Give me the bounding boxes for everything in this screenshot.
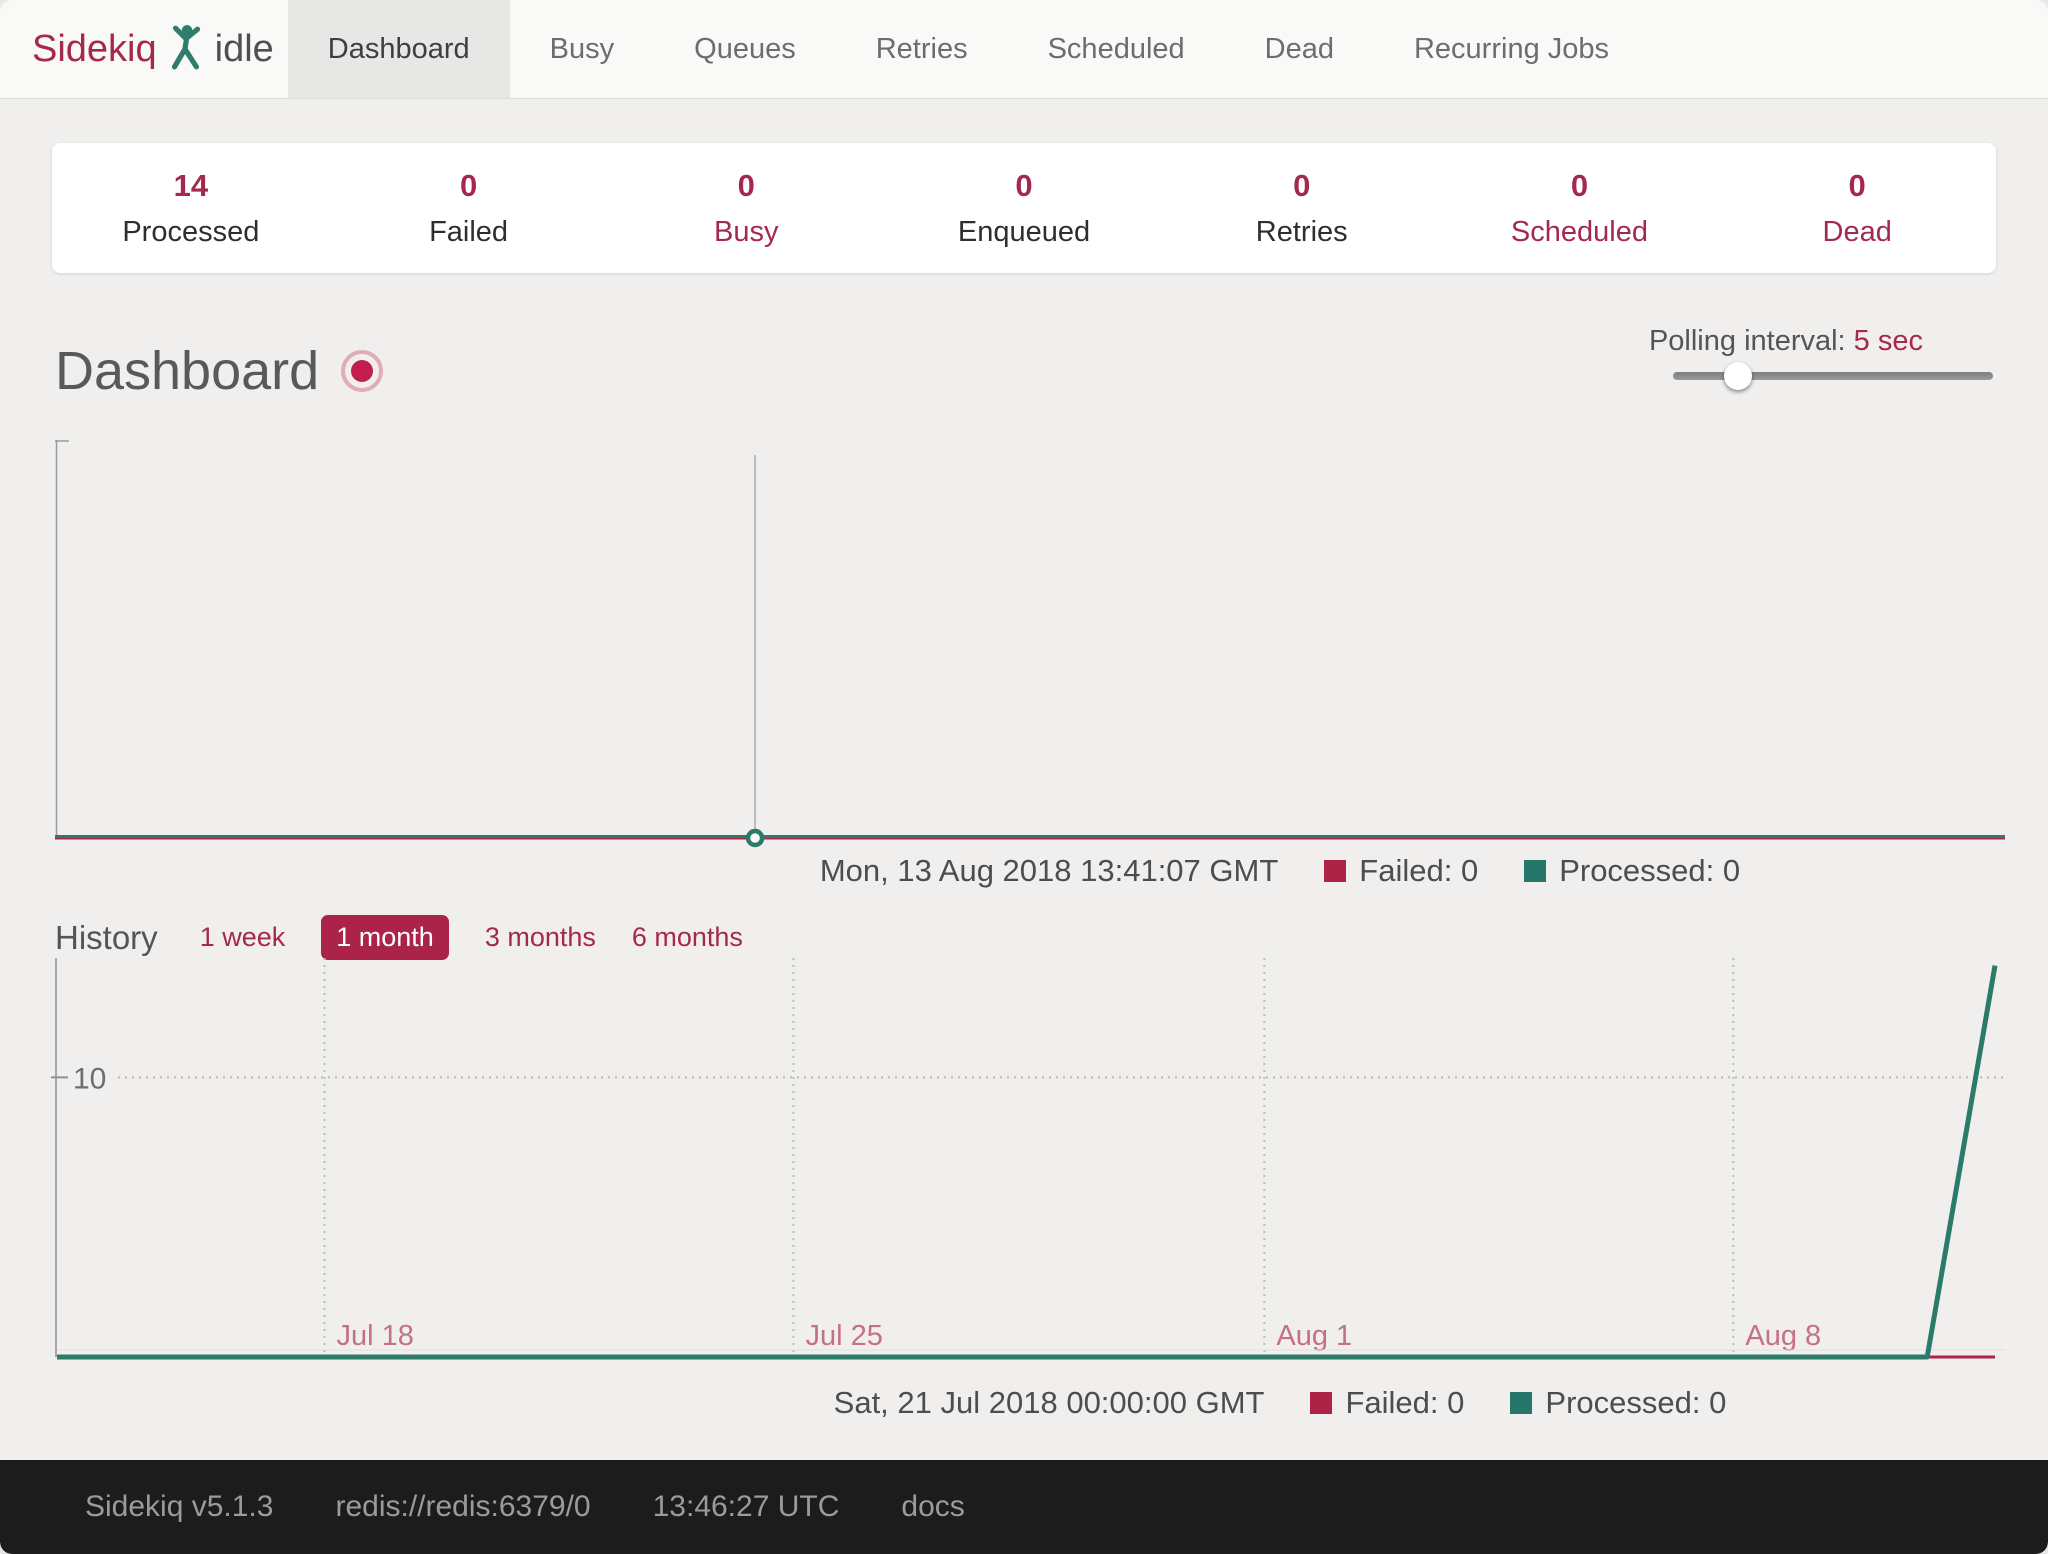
stat-retries-label: Retries [1163,216,1441,249]
stat-retries: 0 Retries [1163,168,1441,249]
history-ranges: 1 week 1 month 3 months 6 months [200,915,743,960]
stat-processed-label: Processed [52,216,330,249]
polling-value-link[interactable]: 5 sec [1854,325,1923,357]
failed-swatch-icon [1324,860,1346,882]
ninja-icon [169,24,203,75]
range-1-month[interactable]: 1 month [321,915,449,960]
footer-docs-link[interactable]: docs [901,1490,964,1524]
range-1-week[interactable]: 1 week [200,922,286,953]
history-chart: 10 Jul 18 Jul 25 Aug 1 Aug 8 [55,958,2005,1360]
svg-text:Aug 8: Aug 8 [1745,1320,1821,1352]
page-title-row: Dashboard [55,340,383,402]
stat-failed-label: Failed [330,216,608,249]
polling-label: Polling interval: [1649,325,1846,357]
processed-swatch-icon [1510,1392,1532,1414]
tab-scheduled[interactable]: Scheduled [1008,0,1225,98]
range-6-months[interactable]: 6 months [632,922,743,953]
tab-retries[interactable]: Retries [836,0,1008,98]
tab-busy[interactable]: Busy [510,0,654,98]
stats-card: 14 Processed 0 Failed 0 Busy 0 Enqueued … [52,143,1996,273]
worker-status: idle [215,28,274,71]
history-legend-processed: Processed: 0 [1510,1385,1726,1421]
live-beacon-icon [341,350,383,392]
realtime-legend-processed: Processed: 0 [1524,853,1740,889]
stat-failed-value: 0 [330,168,608,204]
realtime-legend-processed-label: Processed: 0 [1559,853,1740,889]
polling-slider[interactable] [1673,372,1993,380]
stat-busy-link[interactable]: Busy [607,216,885,249]
history-legend-processed-label: Processed: 0 [1545,1385,1726,1421]
stat-processed: 14 Processed [52,168,330,249]
svg-text:Jul 18: Jul 18 [336,1320,413,1352]
range-3-months[interactable]: 3 months [485,922,596,953]
stat-enqueued: 0 Enqueued [885,168,1163,249]
realtime-legend-failed-label: Failed: 0 [1359,853,1478,889]
footer-clock: 13:46:27 UTC [653,1490,840,1524]
footer-redis-url: redis://redis:6379/0 [335,1490,590,1524]
polling-slider-thumb[interactable] [1724,362,1752,390]
processed-swatch-icon [1524,860,1546,882]
sidekiq-dashboard-page: Sidekiq idle Dashboard Busy Queues [0,0,2048,1554]
history-legend-failed: Failed: 0 [1310,1385,1464,1421]
stat-scheduled-link[interactable]: Scheduled [1441,216,1719,249]
tab-dead[interactable]: Dead [1225,0,1374,98]
stat-dead-link[interactable]: Dead [1718,216,1996,249]
history-header: History 1 week 1 month 3 months 6 months [55,915,743,960]
stat-dead: 0 Dead [1718,168,1996,249]
stat-dead-value: 0 [1718,168,1996,204]
stat-busy-value: 0 [607,168,885,204]
realtime-legend-failed: Failed: 0 [1324,853,1478,889]
stat-processed-value: 14 [52,168,330,204]
stat-scheduled-value: 0 [1441,168,1719,204]
stat-enqueued-value: 0 [885,168,1163,204]
history-caption-row: Sat, 21 Jul 2018 00:00:00 GMT Failed: 0 … [512,1385,2048,1421]
history-timestamp: Sat, 21 Jul 2018 00:00:00 GMT [834,1385,1265,1421]
history-title: History [55,919,158,957]
tab-queues[interactable]: Queues [654,0,836,98]
svg-text:10: 10 [73,1062,106,1095]
svg-text:Jul 25: Jul 25 [805,1320,882,1352]
history-legend-failed-label: Failed: 0 [1345,1385,1464,1421]
nav-tabs: Dashboard Busy Queues Retries Scheduled … [288,0,1649,98]
stat-retries-value: 0 [1163,168,1441,204]
page-title: Dashboard [55,340,319,402]
brand[interactable]: Sidekiq idle [32,0,274,98]
stat-scheduled: 0 Scheduled [1441,168,1719,249]
stat-enqueued-label: Enqueued [885,216,1163,249]
polling-interval: Polling interval: 5 sec [1649,325,1923,358]
footer-version: Sidekiq v5.1.3 [85,1490,273,1524]
stat-failed: 0 Failed [330,168,608,249]
tab-dashboard[interactable]: Dashboard [288,0,510,98]
tab-recurring-jobs[interactable]: Recurring Jobs [1374,0,1649,98]
navbar: Sidekiq idle Dashboard Busy Queues [0,0,2048,99]
svg-text:Aug 1: Aug 1 [1276,1320,1352,1352]
realtime-chart [55,440,2005,840]
stat-busy: 0 Busy [607,168,885,249]
realtime-timestamp: Mon, 13 Aug 2018 13:41:07 GMT [820,853,1278,889]
footer: Sidekiq v5.1.3 redis://redis:6379/0 13:4… [0,1460,2048,1554]
realtime-caption-row: Mon, 13 Aug 2018 13:41:07 GMT Failed: 0 … [512,853,2048,889]
failed-swatch-icon [1310,1392,1332,1414]
brand-logo-text: Sidekiq [32,28,157,71]
